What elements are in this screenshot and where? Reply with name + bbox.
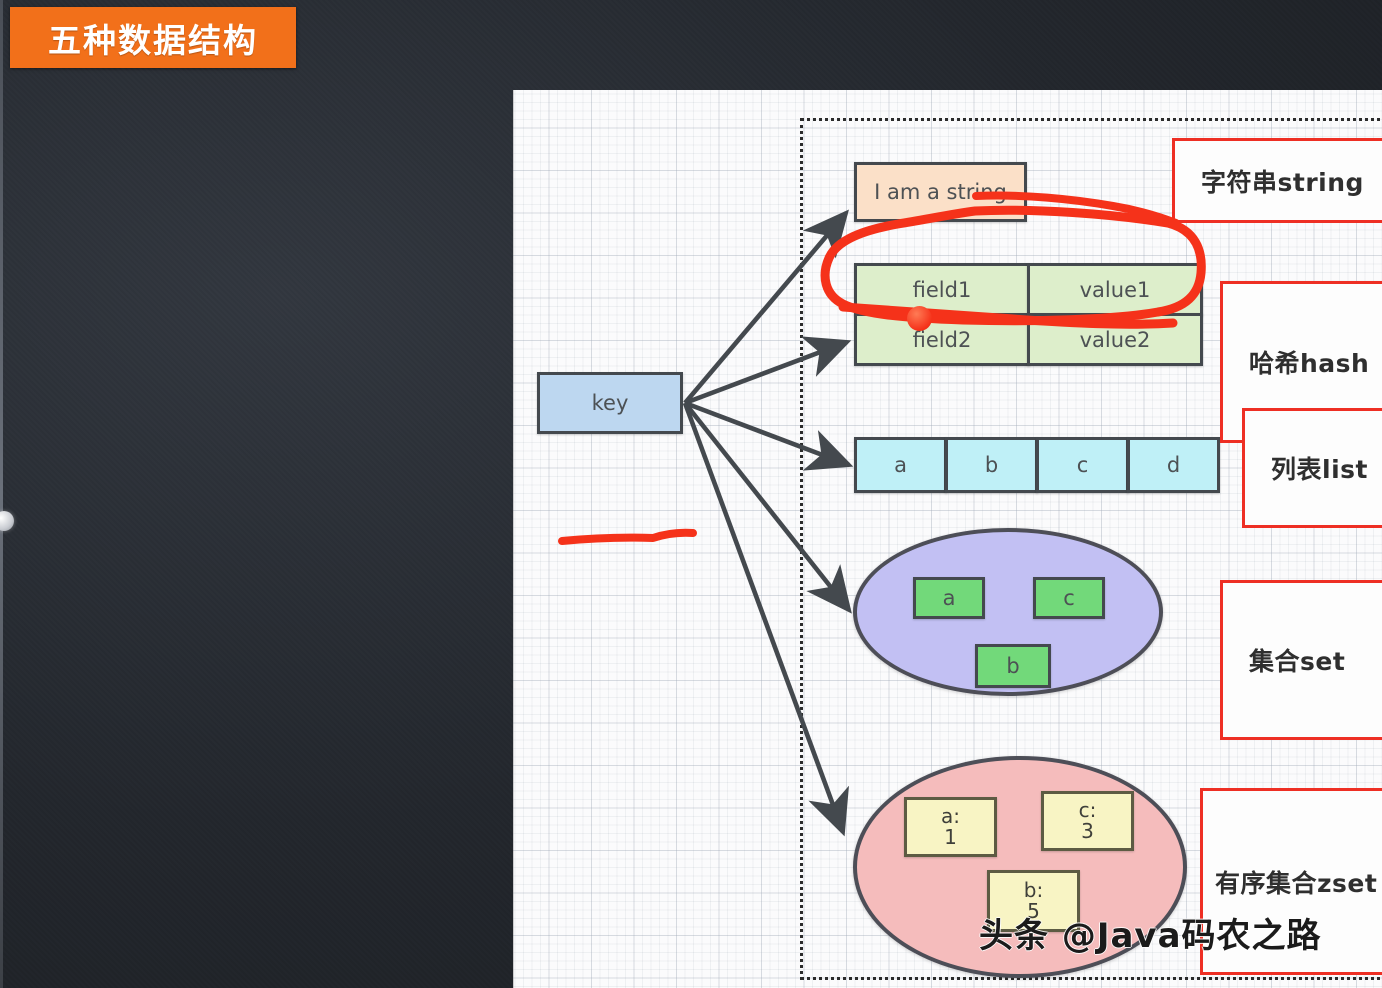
set-item-a-text: a bbox=[942, 586, 956, 610]
label-hash-text: 哈希hash bbox=[1249, 349, 1370, 378]
set-item-c-text: c bbox=[1063, 586, 1075, 610]
zset-item-a[interactable]: a: 1 bbox=[904, 797, 997, 857]
set-item-c[interactable]: c bbox=[1033, 577, 1105, 619]
label-list-text: 列表list bbox=[1271, 455, 1368, 484]
label-box-set[interactable]: 集合set bbox=[1220, 580, 1382, 740]
set-item-a[interactable]: a bbox=[913, 577, 985, 619]
list-cell-3-text: d bbox=[1166, 453, 1181, 477]
page-title: 五种数据结构 bbox=[48, 20, 258, 60]
node-string[interactable]: I am a string bbox=[854, 162, 1027, 222]
hash-field1-text: field1 bbox=[912, 277, 972, 302]
node-key[interactable]: key bbox=[537, 372, 683, 434]
list-cell-1-text: b bbox=[984, 453, 999, 477]
title-banner: 五种数据结构 bbox=[10, 7, 296, 68]
hash-cell-field2[interactable]: field2 bbox=[854, 313, 1030, 366]
hash-cell-value1[interactable]: value1 bbox=[1027, 263, 1203, 316]
set-item-b[interactable]: b bbox=[975, 644, 1051, 688]
zset-item-c-member: c: bbox=[1078, 798, 1097, 822]
label-set-text: 集合set bbox=[1249, 647, 1346, 676]
node-key-label: key bbox=[591, 391, 629, 415]
zset-item-b-member: b: bbox=[1023, 878, 1044, 902]
zset-item-c-score: 3 bbox=[1081, 819, 1094, 843]
hash-value2-text: value2 bbox=[1079, 327, 1151, 352]
node-string-label: I am a string bbox=[874, 180, 1007, 204]
hash-field2-text: field2 bbox=[912, 327, 972, 352]
list-cell-2[interactable]: c bbox=[1036, 437, 1129, 493]
label-box-list[interactable]: 列表list bbox=[1242, 408, 1382, 528]
hash-cell-value2[interactable]: value2 bbox=[1027, 313, 1203, 366]
cursor-dot bbox=[907, 306, 932, 331]
zset-item-c[interactable]: c: 3 bbox=[1041, 791, 1134, 851]
list-cell-1[interactable]: b bbox=[945, 437, 1038, 493]
hash-cell-field1[interactable]: field1 bbox=[854, 263, 1030, 316]
hash-value1-text: value1 bbox=[1079, 277, 1151, 302]
zset-item-a-member: a: bbox=[941, 804, 960, 828]
list-cell-2-text: c bbox=[1076, 453, 1089, 477]
screen-root: 五种数据结构 key I am a string field1 value1 f… bbox=[0, 0, 1382, 988]
left-bezel-line bbox=[0, 0, 3, 988]
set-item-b-text: b bbox=[1006, 654, 1020, 678]
watermark: 头条 @Java码农之路 bbox=[979, 916, 1322, 956]
list-cell-0-text: a bbox=[894, 453, 907, 477]
label-box-string[interactable]: 字符串string bbox=[1172, 138, 1382, 223]
label-zset-text: 有序集合zset bbox=[1215, 868, 1378, 898]
label-string-text: 字符串string bbox=[1201, 167, 1364, 197]
diagram-canvas[interactable]: key I am a string field1 value1 field2 v… bbox=[513, 90, 1382, 988]
zset-item-a-score: 1 bbox=[944, 825, 957, 849]
list-cell-0[interactable]: a bbox=[854, 437, 947, 493]
list-cell-3[interactable]: d bbox=[1127, 437, 1220, 493]
